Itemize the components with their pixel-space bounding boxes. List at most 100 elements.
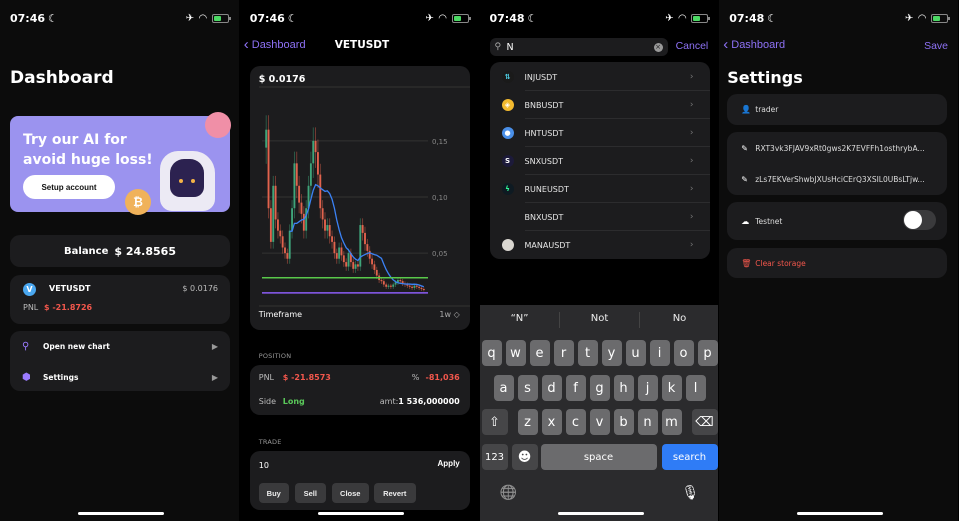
key-e[interactable]: e (529, 340, 550, 366)
key-w[interactable]: w (505, 340, 526, 366)
timeframe-select[interactable]: 1w ◇ (439, 310, 459, 319)
candle-body (359, 225, 361, 267)
key-s[interactable]: s (517, 375, 538, 401)
pnl-value: $ -21.8726 (44, 303, 93, 312)
close-button[interactable]: Close (331, 483, 369, 503)
shift-key[interactable]: ⇧ (481, 409, 508, 435)
setup-account-button[interactable]: Setup account (23, 175, 115, 199)
key-h[interactable]: h (613, 375, 634, 401)
key-c[interactable]: c (565, 409, 586, 435)
percent-label: % (411, 373, 420, 382)
status-time: 07:46 (10, 11, 46, 25)
key-q[interactable]: q (481, 340, 502, 366)
menu-item-open-new-chart[interactable]: ⚲ Open new chart ▶ (10, 331, 230, 361)
key-k[interactable]: k (661, 375, 682, 401)
key-b[interactable]: b (613, 409, 634, 435)
home-indicator (317, 512, 404, 515)
page-title: Dashboard (10, 68, 114, 88)
key-i[interactable]: i (649, 340, 670, 366)
suggestion-3[interactable]: No (640, 313, 719, 324)
backspace-key[interactable]: ⌫ (691, 409, 718, 435)
back-button[interactable]: ‹ Dashboard (244, 37, 306, 52)
key-f[interactable]: f (565, 375, 586, 401)
price-chart[interactable]: 0,15 0,10 0,05 (250, 66, 470, 330)
suggestion-1[interactable]: “N” (480, 313, 560, 324)
key-g[interactable]: g (589, 375, 610, 401)
wifi-icon: ◠ (438, 12, 447, 24)
revert-button[interactable]: Revert (373, 483, 416, 503)
key-n[interactable]: n (637, 409, 658, 435)
username-card: 👤 trader (727, 94, 948, 125)
key-v[interactable]: v (589, 409, 610, 435)
key-z[interactable]: z (517, 409, 538, 435)
username-row[interactable]: 👤 trader (727, 95, 947, 123)
back-button[interactable]: ‹ Dashboard (723, 36, 786, 53)
candle-body (330, 236, 333, 242)
candle-body (267, 129, 270, 209)
apply-button[interactable]: Apply (438, 459, 460, 468)
cancel-button[interactable]: Cancel (676, 40, 709, 52)
testnet-toggle[interactable] (903, 210, 937, 230)
ai-promo-banner: Try our AI for avoid huge loss! Setup acc… (10, 112, 231, 215)
microphone-icon[interactable]: 🎙 (682, 485, 700, 501)
candle-body (319, 174, 321, 209)
chevron-left-icon: ‹ (723, 36, 729, 53)
key-m[interactable]: m (661, 409, 682, 435)
status-bar: 07:48 ☾ ✈ ◠ (729, 11, 950, 25)
search-result-item[interactable]: ϟ RUNEUSDT › (490, 175, 710, 203)
robot-illustration-icon (160, 151, 215, 211)
search-result-item[interactable]: ● HNTUSDT › (490, 119, 710, 147)
search-result-item[interactable]: ⇅ INJUSDT › (490, 63, 710, 91)
search-result-item[interactable]: BNXUSDT › (490, 203, 710, 231)
clear-search-icon[interactable]: × (653, 42, 663, 52)
key-a[interactable]: a (493, 375, 514, 401)
buy-button[interactable]: Buy (258, 483, 289, 503)
space-key[interactable]: space (540, 444, 657, 470)
search-result-item[interactable]: MANAUSDT › (490, 231, 710, 259)
clear-storage-button[interactable]: 🗑 Clear storage (727, 249, 947, 277)
search-screen: 07:48☾ ✈◠ ⚲ × Cancel ⇅INJUSDT›◈BNBUSDT›●… (479, 0, 720, 521)
candle-body (281, 236, 284, 248)
candle-body (417, 286, 420, 288)
key-j[interactable]: j (637, 375, 658, 401)
chevron-right-icon: › (689, 72, 694, 82)
candle-body (321, 208, 324, 220)
key-t[interactable]: t (577, 340, 598, 366)
suggestion-2[interactable]: Not (560, 313, 640, 324)
key-x[interactable]: x (541, 409, 562, 435)
testnet-card: ☁ Testnet (727, 202, 948, 240)
position-section-label: POSITION (258, 352, 292, 360)
numbers-key[interactable]: 123 (481, 444, 508, 470)
status-bar: 07:46 ☾ ✈ ◠ (250, 11, 471, 25)
search-result-item[interactable]: ◈ BNBUSDT › (490, 91, 710, 119)
nav-title: VETUSDT (334, 39, 390, 51)
menu-item-settings[interactable]: ⬢ Settings ▶ (10, 362, 230, 392)
save-button[interactable]: Save (924, 40, 948, 52)
bnb-coin-icon: ◈ (501, 99, 514, 111)
key-p[interactable]: p (697, 340, 718, 366)
airplane-icon: ✈ (665, 12, 674, 24)
sell-button[interactable]: Sell (294, 483, 326, 503)
clear-storage-label: Clear storage (755, 258, 806, 268)
key-d[interactable]: d (541, 375, 562, 401)
api-key-row[interactable]: ✎ RXT3vk3FJAV9xRt0gws2K7EVFFh1osthrybA..… (727, 134, 947, 162)
position-card[interactable]: V VETUSDT $ 0.0176 PNL $ -21.8726 (10, 275, 230, 324)
search-input[interactable] (506, 40, 647, 54)
search-key[interactable]: search (661, 444, 718, 470)
key-u[interactable]: u (625, 340, 646, 366)
moon-icon: ☾ (767, 11, 778, 25)
position-price: $ 0.0176 (182, 284, 218, 293)
back-label: Dashboard (731, 39, 786, 51)
globe-icon[interactable]: 🌐 (500, 485, 517, 501)
chevron-right-icon: › (689, 212, 694, 222)
api-secret-row[interactable]: ✎ zLs7EKVerShwbJXUsHciCErQ3XSIL0UBsLTjw.… (727, 165, 947, 193)
search-result-item[interactable]: S SNXUSDT › (490, 147, 710, 175)
battery-icon (451, 13, 471, 23)
emoji-key[interactable]: ☻ (511, 444, 538, 470)
key-r[interactable]: r (553, 340, 574, 366)
key-l[interactable]: l (685, 375, 706, 401)
chevron-right-icon: › (689, 128, 694, 138)
trade-amount-input[interactable] (258, 458, 399, 472)
key-y[interactable]: y (601, 340, 622, 366)
key-o[interactable]: o (673, 340, 694, 366)
